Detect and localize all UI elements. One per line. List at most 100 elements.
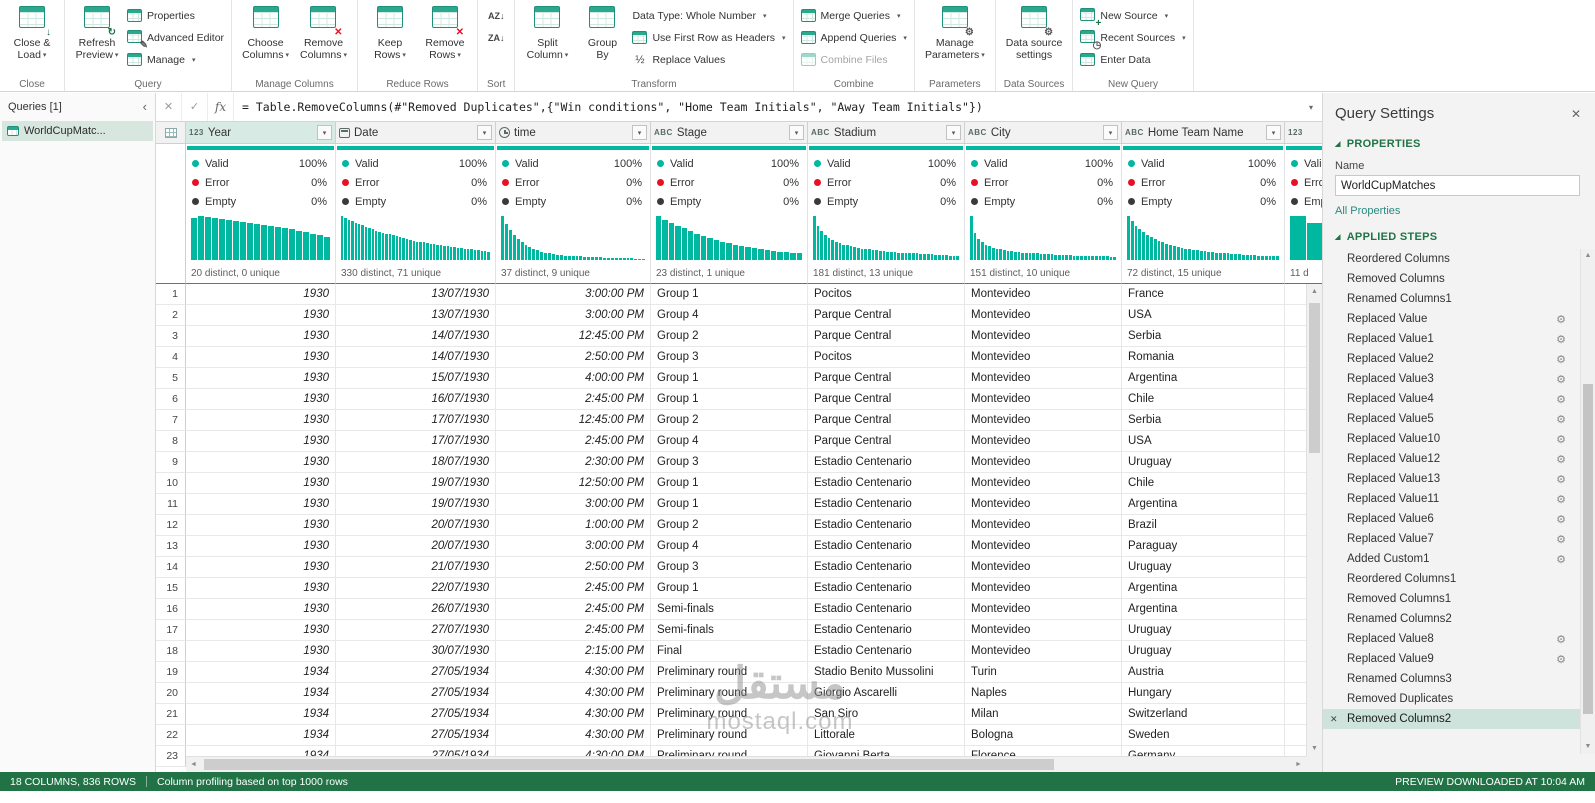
row-number[interactable]: 2: [156, 305, 186, 326]
column-quality-bar[interactable]: [336, 144, 496, 154]
grid-cell[interactable]: Estadio Centenario: [808, 515, 965, 536]
step-settings-gear-icon[interactable]: ⚙: [1556, 353, 1566, 366]
grid-cell[interactable]: 14/07/1930: [336, 326, 496, 347]
step-settings-gear-icon[interactable]: ⚙: [1556, 393, 1566, 406]
grid-cell[interactable]: 26/07/1930: [336, 599, 496, 620]
step-settings-gear-icon[interactable]: ⚙: [1556, 513, 1566, 526]
row-number[interactable]: 3: [156, 326, 186, 347]
sort-ascending-button[interactable]: AZ↓: [485, 6, 508, 25]
grid-cell[interactable]: Group 3: [651, 557, 808, 578]
grid-cell[interactable]: 12:50:00 PM: [496, 473, 651, 494]
grid-cell[interactable]: 1930: [186, 578, 336, 599]
enter-data-button[interactable]: Enter Data: [1080, 50, 1185, 69]
grid-cell[interactable]: 1930: [186, 431, 336, 452]
filter-dropdown-icon[interactable]: ▾: [1266, 125, 1281, 140]
remove-rows-button[interactable]: ✕ Remove Rows▾: [420, 3, 470, 62]
applied-step[interactable]: Replaced Value6⚙: [1323, 509, 1580, 529]
applied-step[interactable]: Replaced Value13⚙: [1323, 469, 1580, 489]
step-settings-gear-icon[interactable]: ⚙: [1556, 373, 1566, 386]
grid-cell[interactable]: Parque Central: [808, 305, 965, 326]
filter-dropdown-icon[interactable]: ▾: [946, 125, 961, 140]
row-number[interactable]: 14: [156, 557, 186, 578]
applied-step[interactable]: Replaced Value11⚙: [1323, 489, 1580, 509]
advanced-editor-button[interactable]: ✎Advanced Editor: [127, 28, 224, 47]
grid-cell[interactable]: Argentina: [1122, 599, 1285, 620]
applied-step[interactable]: Replaced Value10⚙: [1323, 429, 1580, 449]
grid-cell[interactable]: 17/07/1930: [336, 410, 496, 431]
all-properties-link[interactable]: All Properties: [1323, 196, 1595, 225]
grid-cell[interactable]: Parque Central: [808, 410, 965, 431]
row-number[interactable]: 17: [156, 620, 186, 641]
grid-cell[interactable]: Littorale: [808, 725, 965, 746]
merge-queries-button[interactable]: Merge Queries▾: [801, 6, 907, 25]
applied-step[interactable]: Removed Columns: [1323, 269, 1580, 289]
grid-cell[interactable]: France: [1122, 284, 1285, 305]
grid-cell[interactable]: 1930: [186, 368, 336, 389]
filter-dropdown-icon[interactable]: ▾: [632, 125, 647, 140]
grid-cell[interactable]: Montevideo: [965, 347, 1122, 368]
scroll-left-icon[interactable]: ◄: [186, 757, 201, 772]
grid-cell[interactable]: 2:45:00 PM: [496, 389, 651, 410]
grid-cell[interactable]: Estadio Centenario: [808, 452, 965, 473]
row-number[interactable]: 11: [156, 494, 186, 515]
grid-cell[interactable]: Group 4: [651, 431, 808, 452]
grid-cell[interactable]: 18/07/1930: [336, 452, 496, 473]
applied-step[interactable]: Replaced Value4⚙: [1323, 389, 1580, 409]
filter-dropdown-icon[interactable]: ▾: [477, 125, 492, 140]
grid-cell[interactable]: 1930: [186, 536, 336, 557]
manage-parameters-button[interactable]: ⚙ Manage Parameters▾: [922, 3, 988, 62]
data-source-settings-button[interactable]: ⚙ Data source settings: [1003, 3, 1066, 61]
row-number[interactable]: 12: [156, 515, 186, 536]
grid-cell[interactable]: Final: [651, 641, 808, 662]
column-quality-bar[interactable]: [808, 144, 965, 154]
column-header[interactable]: 123▾: [1285, 122, 1322, 144]
keep-rows-button[interactable]: Keep Rows▾: [365, 3, 415, 62]
grid-cell[interactable]: Estadio Centenario: [808, 557, 965, 578]
scroll-right-icon[interactable]: ►: [1291, 757, 1306, 772]
grid-cell[interactable]: Group 1: [651, 368, 808, 389]
grid-cell[interactable]: 1930: [186, 557, 336, 578]
column-quality-bar[interactable]: [1285, 144, 1322, 154]
text-type-icon[interactable]: ABC: [968, 128, 987, 137]
row-number[interactable]: 21: [156, 704, 186, 725]
row-number[interactable]: 6: [156, 389, 186, 410]
grid-cell[interactable]: 2:50:00 PM: [496, 347, 651, 368]
applied-step[interactable]: Replaced Value12⚙: [1323, 449, 1580, 469]
grid-cell[interactable]: Switzerland: [1122, 704, 1285, 725]
time-type-icon[interactable]: [499, 127, 510, 138]
grid-cell[interactable]: Parque Central: [808, 368, 965, 389]
split-column-button[interactable]: Split Column▾: [522, 3, 572, 62]
step-settings-gear-icon[interactable]: ⚙: [1556, 413, 1566, 426]
grid-cell[interactable]: Brazil: [1122, 515, 1285, 536]
select-all-corner[interactable]: [156, 122, 186, 144]
value-distribution-histogram[interactable]: [808, 211, 965, 267]
grid-cell[interactable]: Parque Central: [808, 389, 965, 410]
value-distribution-histogram[interactable]: [1122, 211, 1285, 267]
grid-cell[interactable]: 20/07/1930: [336, 536, 496, 557]
step-settings-gear-icon[interactable]: ⚙: [1556, 633, 1566, 646]
column-header[interactable]: ABCStage▾: [651, 122, 808, 144]
sort-descending-button[interactable]: ZA↓: [485, 28, 508, 47]
grid-cell[interactable]: Chile: [1122, 389, 1285, 410]
replace-values-button[interactable]: ½Replace Values: [632, 50, 785, 69]
grid-cell[interactable]: 27/05/1934: [336, 683, 496, 704]
applied-step[interactable]: Renamed Columns1: [1323, 289, 1580, 309]
grid-cell[interactable]: Montevideo: [965, 473, 1122, 494]
grid-cell[interactable]: 1930: [186, 389, 336, 410]
grid-cell[interactable]: 1930: [186, 452, 336, 473]
grid-cell[interactable]: Montevideo: [965, 305, 1122, 326]
column-quality-bar[interactable]: [651, 144, 808, 154]
recent-sources-button[interactable]: ◷Recent Sources▾: [1080, 28, 1185, 47]
choose-columns-button[interactable]: Choose Columns▾: [239, 3, 292, 62]
applied-step[interactable]: Replaced Value2⚙: [1323, 349, 1580, 369]
applied-step[interactable]: Replaced Value8⚙: [1323, 629, 1580, 649]
grid-cell[interactable]: Group 1: [651, 284, 808, 305]
grid-cell[interactable]: 27/05/1934: [336, 662, 496, 683]
grid-cell[interactable]: Parque Central: [808, 431, 965, 452]
grid-cell[interactable]: Preliminary round: [651, 704, 808, 725]
combine-files-button[interactable]: Combine Files: [801, 50, 907, 69]
grid-cell[interactable]: 21/07/1930: [336, 557, 496, 578]
column-quality-bar[interactable]: [1122, 144, 1285, 154]
scroll-down-icon[interactable]: ▼: [1307, 741, 1322, 756]
step-settings-gear-icon[interactable]: ⚙: [1556, 453, 1566, 466]
